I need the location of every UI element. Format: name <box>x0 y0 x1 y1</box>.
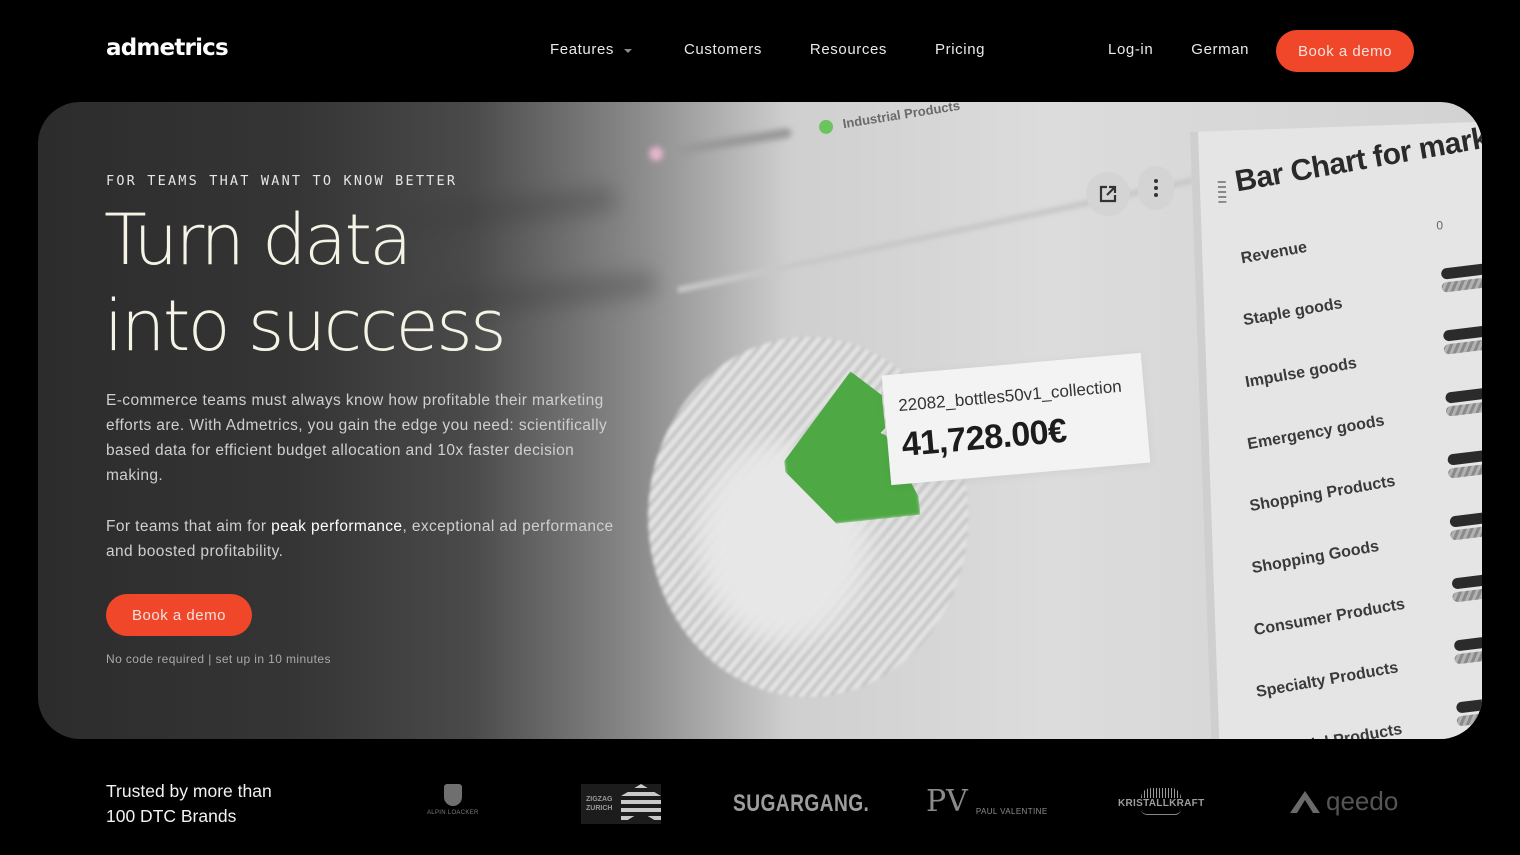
nav-item-customers[interactable]: Customers <box>684 41 762 58</box>
brand-name: ZIGZAG ZURICH <box>586 796 613 812</box>
legend-dot <box>817 118 834 135</box>
nav-item-label: Pricing <box>935 41 986 58</box>
bar-pair <box>1442 321 1482 355</box>
bar-pair <box>1455 692 1482 727</box>
legend-label: Industrial Products <box>841 102 961 132</box>
bar-category-label: Industrial Products <box>1257 721 1404 739</box>
external-link-icon <box>1099 185 1117 203</box>
bar-pair <box>1449 506 1482 541</box>
legend-item-blurred <box>648 125 793 162</box>
bar-category-label: Revenue <box>1239 238 1309 268</box>
chart-tooltip: 22082_bottles50v1_collection 41,728.00€ <box>881 352 1151 486</box>
bar-category-label: Staple goods <box>1241 295 1344 330</box>
bar-primary <box>1440 259 1482 280</box>
bar-pair <box>1440 259 1482 293</box>
more-options-icon <box>1138 166 1174 210</box>
peak-icon <box>1290 790 1320 813</box>
bar-category-label: Consumer Products <box>1252 595 1407 640</box>
bar-primary <box>1449 506 1482 528</box>
bar-chart-panel: Bar Chart for mark 0 Revenue Staple goods… <box>1190 120 1482 739</box>
hero-description-2: For teams that aim for peak performance,… <box>106 514 616 564</box>
bar-chart-title: Bar Chart for mark <box>1232 121 1482 199</box>
bar-pair <box>1447 444 1482 479</box>
nav-item-label: Customers <box>684 41 762 58</box>
brand-name: PAUL VALENTINE <box>975 807 1048 816</box>
nav-links: Features Customers Resources Pricing <box>550 41 1033 58</box>
chevron-down-icon <box>624 48 632 53</box>
brand-logos: ALPIN LOACKER ZIGZAG ZURICH SUGARGANG. PV… <box>0 770 1520 840</box>
eyebrow: FOR TEAMS THAT WANT TO KNOW BETTER <box>106 173 458 189</box>
language-switch[interactable]: German <box>1191 41 1249 58</box>
bar-category-label: Specialty Products <box>1254 659 1400 701</box>
bar-chart-row: Shopping Goods <box>1250 538 1382 578</box>
logo-qeedo: qeedo <box>1290 786 1398 817</box>
tooltip-value: 41,728.00€ <box>900 411 1069 464</box>
brand-name: KRISTALLKRAFT <box>1118 798 1205 809</box>
login-link[interactable]: Log-in <box>1108 41 1153 58</box>
tooltip-label: 22082_bottles50v1_collection <box>897 376 1123 416</box>
highlight-text: peak performance <box>271 518 403 535</box>
bar-primary <box>1447 444 1482 466</box>
shield-icon <box>443 784 462 806</box>
arc-icon <box>1141 809 1182 815</box>
bar-chart-row: Emergency goods <box>1246 412 1388 454</box>
text: For teams that aim for <box>106 518 272 535</box>
logo-zigzag-zurich: ZIGZAG ZURICH <box>581 784 661 824</box>
logo[interactable]: admetrics <box>106 35 229 61</box>
logo-alpin-loacker: ALPIN LOACKER <box>427 784 479 816</box>
book-demo-nav-button[interactable]: Book a demo <box>1276 30 1414 72</box>
drag-handle-icon <box>1217 180 1227 204</box>
nav-right: Log-in German <box>1108 41 1287 58</box>
bar-primary <box>1442 321 1482 342</box>
nav-item-pricing[interactable]: Pricing <box>935 41 985 58</box>
monogram: PV <box>926 784 968 819</box>
bar-chart-row: Staple goods <box>1242 295 1345 330</box>
bar-category-label: Shopping Goods <box>1250 537 1381 578</box>
logo-sugargang: SUGARGANG. <box>733 790 870 817</box>
bar-pair <box>1451 568 1482 603</box>
headline-line-1: Turn data <box>104 199 412 281</box>
bar-chart-row: Revenue <box>1240 239 1309 268</box>
sunburst-icon <box>1141 788 1182 798</box>
logo-paul-valentine: PV PAUL VALENTINE <box>926 784 1048 819</box>
kebab-icon <box>1154 179 1158 197</box>
bar-chart-row: Consumer Products <box>1253 596 1408 640</box>
bar-primary <box>1453 630 1482 652</box>
bar-category-label: Shopping Products <box>1248 472 1397 516</box>
brand-name: ALPIN LOACKER <box>427 810 479 816</box>
bar-primary <box>1455 692 1482 714</box>
chart-legend: Industrial Products <box>648 102 961 162</box>
bar-chart-row: Shopping Products <box>1248 473 1399 516</box>
bar-primary <box>1444 383 1482 404</box>
bar-primary <box>1451 568 1482 590</box>
logo-kristallkraft: KRISTALLKRAFT <box>1118 788 1204 815</box>
nav-item-label: Resources <box>809 41 888 58</box>
setup-note: No code required | set up in 10 minutes <box>106 652 331 666</box>
bar-pair <box>1453 630 1482 665</box>
bar-pair <box>1444 383 1482 417</box>
bar-chart-row: Specialty Products <box>1255 659 1402 702</box>
brand-name: qeedo <box>1326 786 1399 816</box>
book-demo-hero-button[interactable]: Book a demo <box>106 594 252 636</box>
nav-item-features[interactable]: Features <box>550 41 632 58</box>
bar-category-label: Impulse goods <box>1243 354 1359 392</box>
top-nav: admetrics Features Customers Resources P… <box>0 0 1520 100</box>
open-external-icon <box>1086 172 1130 216</box>
nav-item-label: Features <box>550 41 614 58</box>
legend-dot <box>648 145 665 162</box>
hero-description: E-commerce teams must always know how pr… <box>106 392 608 484</box>
bar-chart-row: Impulse goods <box>1244 355 1359 392</box>
bar-category-label: Emergency goods <box>1246 412 1386 454</box>
chevron-pattern-icon <box>621 784 661 824</box>
legend-bar <box>672 126 793 156</box>
axis-tick-zero: 0 <box>1436 218 1444 233</box>
nav-item-resources[interactable]: Resources <box>810 41 887 58</box>
headline-line-2: into success <box>104 285 507 367</box>
hero-section: Industrial Products 22082_bottles50v1_co… <box>38 102 1482 739</box>
page-title: Turn data into success <box>104 197 507 369</box>
